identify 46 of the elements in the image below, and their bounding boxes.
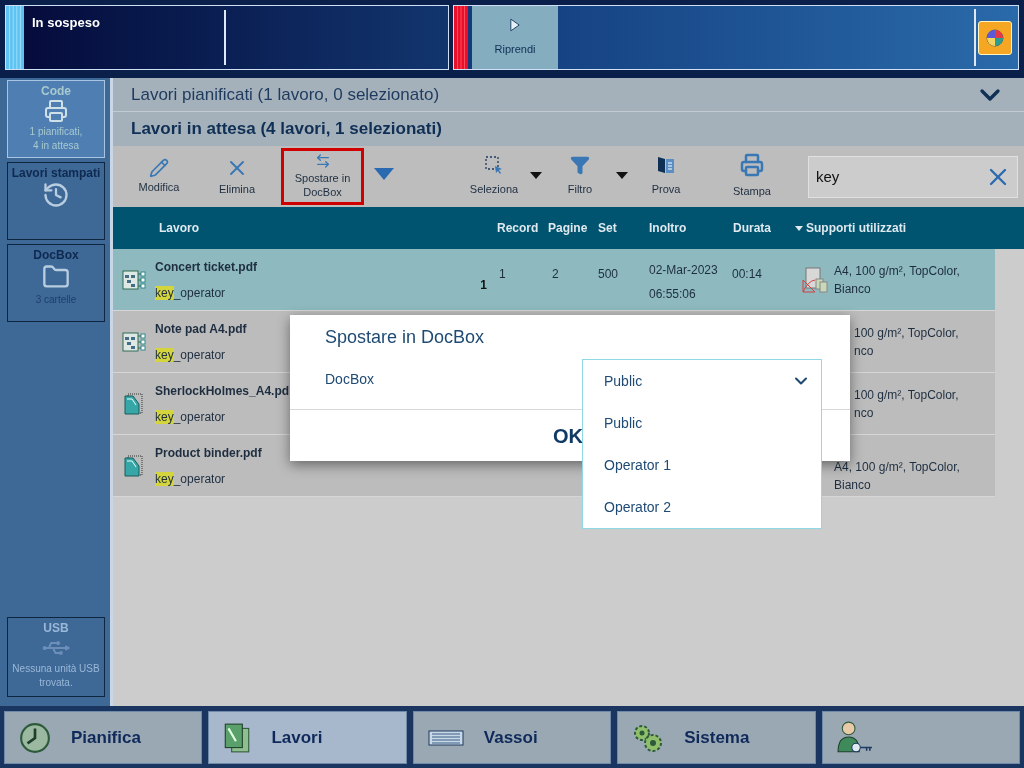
toolbar-button[interactable]: Filtro [550,149,610,204]
table-cell: 00:14 [732,267,763,281]
column-header[interactable]: Record [497,219,548,237]
section-title: Lavori in attesa (4 lavori, 1 selezionati) [131,118,442,141]
toolbar-button[interactable]: Modifica [125,148,193,205]
toolbar-button[interactable]: Seleziona [464,149,524,204]
media-text: Bianco [834,478,872,493]
toolbar-button[interactable]: Prova [636,149,696,204]
media-text: 100 g/m², TopColor, [854,326,959,341]
resume-button[interactable]: Riprendi [472,6,558,69]
column-header[interactable]: Lavoro [159,219,497,237]
media-text: 100 g/m², TopColor, [854,388,959,403]
table-cell: 500 [598,267,619,281]
media-text: nco [854,406,875,421]
search-field[interactable]: key [808,155,1018,198]
dropdown-option[interactable]: Operator 1 [583,444,821,486]
job-name: Product binder.pdf [155,444,262,462]
nav-tab[interactable]: Sistema [617,711,816,764]
column-header[interactable]: Set [598,219,649,237]
table-cell: 2 [552,267,559,281]
table-cell-text: 1 [480,276,487,294]
toolbar-button[interactable]: Stampa [722,149,782,204]
media-text: Bianco [834,282,872,297]
column-header[interactable]: Supporti utilizzati [795,219,906,237]
toolbar-button[interactable]: Spostare in DocBox [281,148,364,205]
dialog-title: Spostare in DocBox [325,326,485,349]
column-header[interactable]: Pagine [548,219,598,237]
job-name: SherlockHolmes_A4.pd [155,382,290,400]
job-name: Note pad A4.pdf [155,320,247,338]
toolbar-button[interactable]: Elimina [203,148,271,205]
table-cell: 1 [499,267,506,281]
table-cell-text: 02-Mar-2023 [649,262,719,279]
nav-tab[interactable]: Lavori [208,711,407,764]
table-cell-text: 06:55:06 [649,286,697,303]
media-text: A4, 100 g/m², TopColor, [834,460,960,475]
column-header[interactable]: Durata [733,219,795,237]
nav-tab[interactable]: Pianifica [4,711,203,764]
column-header[interactable]: Inoltro [649,219,733,237]
job-name: Concert ticket.pdf [155,258,257,276]
nav-tab[interactable]: Vassoi [412,711,612,764]
status-text: In sospeso [32,15,100,30]
dropdown-field[interactable]: Public [583,360,821,402]
section-header[interactable]: Lavori pianificati (1 lavoro, 0 selezionato) [113,78,1024,112]
media-text: A4, 100 g/m², TopColor, [834,264,960,279]
media-text: nco [854,344,875,359]
field-label: DocBox [325,370,375,389]
